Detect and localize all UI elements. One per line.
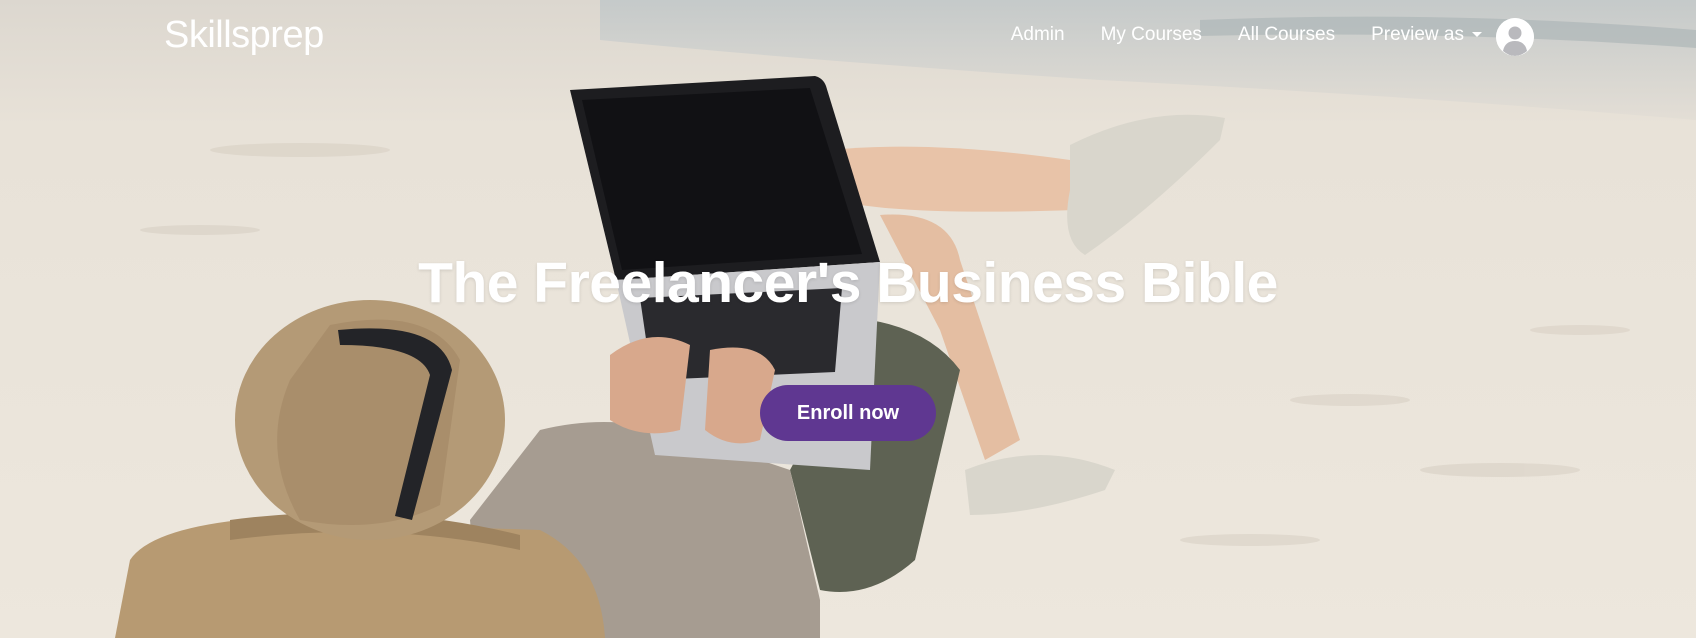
nav-links: Admin My Courses All Courses Preview as [1011,24,1482,46]
user-silhouette-icon [1496,18,1534,56]
nav-link-all-courses[interactable]: All Courses [1238,24,1335,46]
brand-logo[interactable]: Skillsprep [164,14,324,57]
caret-down-icon [1472,32,1482,38]
preview-as-label: Preview as [1371,24,1464,45]
nav-link-preview-as-dropdown[interactable]: Preview as [1371,24,1482,46]
nav-link-my-courses[interactable]: My Courses [1101,24,1202,46]
top-navbar: Skillsprep Admin My Courses All Courses … [0,0,1696,76]
user-avatar-icon[interactable] [1496,18,1534,56]
nav-link-admin[interactable]: Admin [1011,24,1065,46]
hero-section: Skillsprep Admin My Courses All Courses … [0,0,1696,638]
hero-background-image [0,0,1696,638]
hero-title: The Freelancer's Business Bible [418,251,1278,315]
enroll-now-button[interactable]: Enroll now [760,385,936,441]
